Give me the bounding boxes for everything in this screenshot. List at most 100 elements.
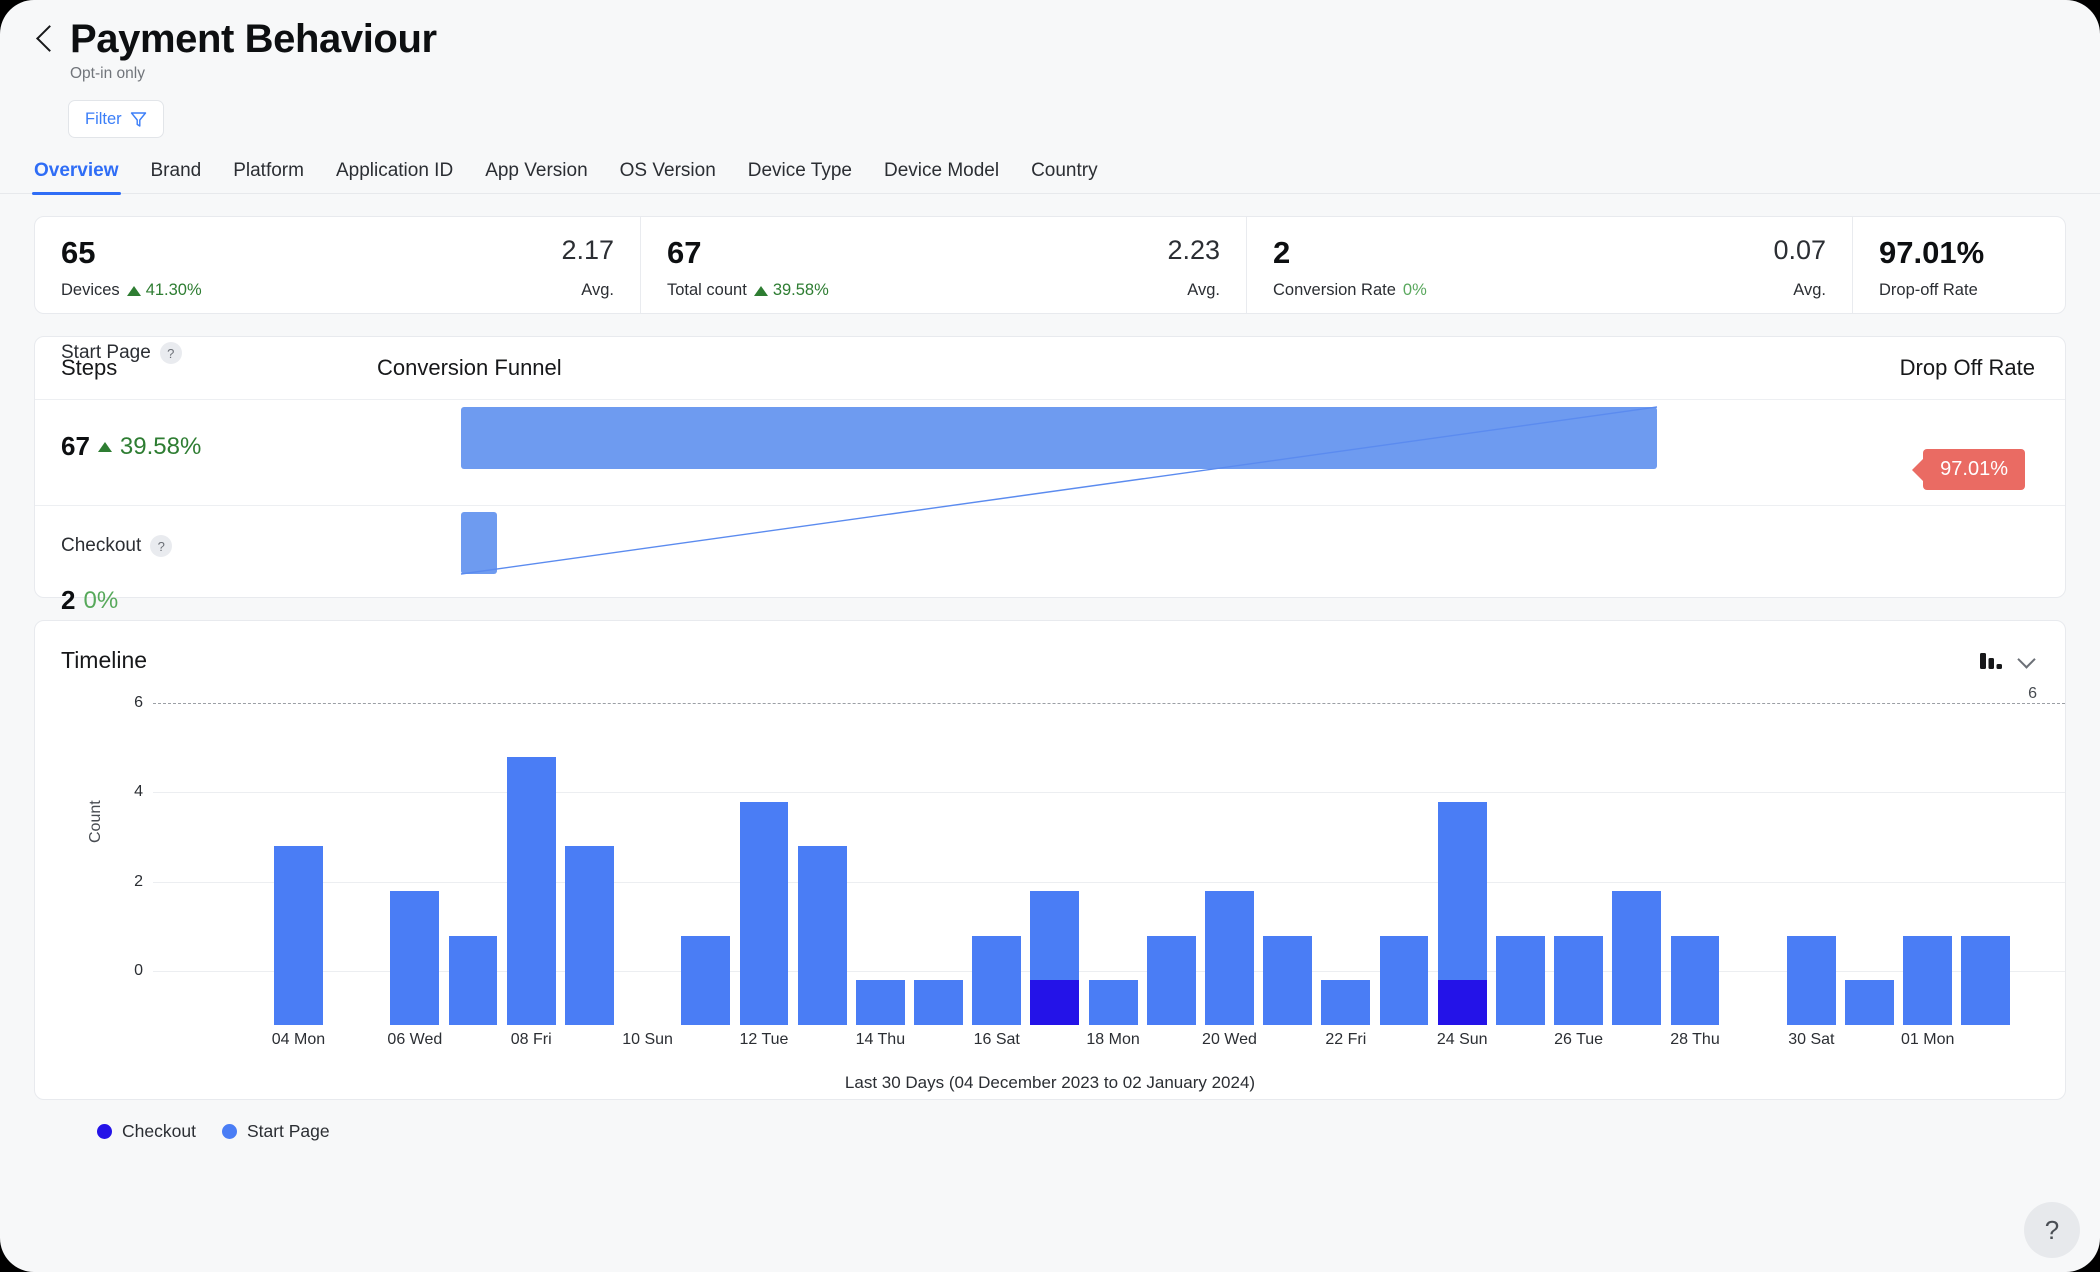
x-tick-label: 20 Wed	[1202, 1031, 1257, 1049]
bar-column[interactable]	[269, 757, 327, 1025]
kpi-label-row-3: Drop-off Rate	[1879, 281, 2039, 300]
x-tick-label: 24 Sun	[1437, 1031, 1488, 1049]
legend-item-checkout[interactable]: Checkout	[97, 1121, 196, 1142]
bar-column[interactable]	[619, 757, 677, 1025]
funnel-step-count-1: 2	[61, 585, 75, 616]
legend-label: Checkout	[122, 1121, 196, 1142]
funnel-dropoff-header: Drop Off Rate	[1900, 355, 2035, 381]
bar-segment-start-page	[1030, 891, 1079, 980]
bar-segment-start-page	[856, 980, 905, 1025]
tab-app-version[interactable]: App Version	[485, 160, 587, 193]
bar-column[interactable]	[1840, 757, 1898, 1025]
bar-stack	[390, 891, 439, 1025]
bar-column[interactable]	[677, 757, 735, 1025]
legend-label: Start Page	[247, 1121, 330, 1142]
filter-button[interactable]: Filter	[68, 100, 164, 138]
bar-column[interactable]	[444, 757, 502, 1025]
funnel-icon	[130, 111, 147, 128]
kpi-average-label-0: Avg.	[561, 281, 614, 300]
bar-column[interactable]	[793, 757, 851, 1025]
tab-country[interactable]: Country	[1031, 160, 1098, 193]
question-mark-icon[interactable]: ?	[150, 535, 172, 557]
bar-column[interactable]	[909, 757, 967, 1025]
bar-segment-start-page	[1263, 936, 1312, 1025]
kpi-delta-value-1: 39.58%	[773, 281, 829, 300]
bar-stack	[1263, 936, 1312, 1025]
date-range-caption: Last 30 Days (04 December 2023 to 02 Jan…	[35, 1073, 2065, 1093]
dropoff-badge-value: 97.01%	[1940, 458, 2008, 481]
bar-chart-icon[interactable]	[1979, 650, 2003, 672]
bar-segment-start-page	[565, 846, 614, 1025]
timeline-panel: Timeline Count 0246 6 04 Mon06 Wed08 Fri…	[34, 620, 2066, 1100]
bar-column[interactable]	[1608, 757, 1666, 1025]
tab-os-version[interactable]: OS Version	[620, 160, 716, 193]
x-axis: 04 Mon06 Wed08 Fri10 Sun12 Tue14 Thu16 S…	[153, 1031, 2015, 1071]
y-tick-2: 2	[103, 873, 143, 891]
bar-column[interactable]	[1375, 757, 1433, 1025]
help-button[interactable]: ?	[2024, 1202, 2080, 1258]
bar-stack	[1787, 936, 1836, 1025]
bar-column[interactable]	[1259, 757, 1317, 1025]
funnel-body: Start Page ? 67 39.58% Checkout ? 2 0%	[35, 399, 2065, 599]
bar-column[interactable]	[211, 757, 269, 1025]
kpi-label-row-2: Conversion Rate0%	[1273, 281, 1826, 300]
funnel-connector-line	[455, 399, 1675, 599]
bar-stack	[274, 846, 323, 1025]
bar-column[interactable]	[1782, 757, 1840, 1025]
bar-column[interactable]	[1084, 757, 1142, 1025]
funnel-step-value-0: 67 39.58%	[61, 431, 201, 462]
bar-segment-start-page	[1845, 980, 1894, 1025]
bar-column[interactable]	[1142, 757, 1200, 1025]
legend-item-start-page[interactable]: Start Page	[222, 1121, 330, 1142]
bar-column[interactable]	[328, 757, 386, 1025]
bar-segment-start-page	[1089, 980, 1138, 1025]
page-subtitle: Opt-in only	[70, 65, 2100, 83]
chevron-down-icon[interactable]	[2019, 653, 2035, 669]
bar-column[interactable]	[1200, 757, 1258, 1025]
tab-platform[interactable]: Platform	[233, 160, 304, 193]
timeline-plot: Count 0246 6	[35, 695, 2065, 1025]
bar-column[interactable]	[1666, 757, 1724, 1025]
bar-column[interactable]	[153, 757, 211, 1025]
bar-column[interactable]	[1957, 757, 2015, 1025]
bar-stack	[681, 936, 730, 1025]
bar-segment-start-page	[449, 936, 498, 1025]
bar-segment-start-page	[274, 846, 323, 1025]
bar-column[interactable]	[1491, 757, 1549, 1025]
bar-column[interactable]	[1899, 757, 1957, 1025]
bar-column[interactable]	[1026, 757, 1084, 1025]
tab-device-type[interactable]: Device Type	[748, 160, 852, 193]
bar-segment-start-page	[1554, 936, 1603, 1025]
funnel-step-label-0: Start Page ?	[61, 342, 182, 364]
funnel-header: Steps Conversion Funnel Drop Off Rate	[35, 337, 2065, 399]
bar-segment-start-page	[1496, 936, 1545, 1025]
bar-column[interactable]	[1317, 757, 1375, 1025]
max-value-annotation: 6	[2028, 685, 2037, 703]
x-tick-label: 14 Thu	[856, 1031, 906, 1049]
kpi-label-row-0: Devices41.30%	[61, 281, 614, 300]
tab-device-model[interactable]: Device Model	[884, 160, 999, 193]
bar-column[interactable]	[735, 757, 793, 1025]
bar-column[interactable]	[502, 757, 560, 1025]
question-mark-icon[interactable]: ?	[160, 342, 182, 364]
kpi-label-1: Total count	[667, 281, 747, 300]
tab-application-id[interactable]: Application ID	[336, 160, 453, 193]
kpi-average-label-2: Avg.	[1773, 281, 1826, 300]
bar-column[interactable]	[386, 757, 444, 1025]
bar-column[interactable]	[1550, 757, 1608, 1025]
timeline-title: Timeline	[61, 647, 147, 674]
tab-brand[interactable]: Brand	[151, 160, 202, 193]
bar-column[interactable]	[851, 757, 909, 1025]
tab-overview[interactable]: Overview	[34, 160, 119, 193]
chevron-left-icon[interactable]	[34, 20, 56, 58]
bar-column[interactable]	[968, 757, 1026, 1025]
x-tick-label: 26 Tue	[1554, 1031, 1603, 1049]
bar-stack	[1321, 980, 1370, 1025]
bar-column[interactable]	[1433, 757, 1491, 1025]
bar-stack	[1612, 891, 1661, 1025]
bar-column[interactable]	[1724, 757, 1782, 1025]
kpi-label-row-1: Total count 39.58%	[667, 281, 1220, 300]
kpi-card-conversion-rate: 2Conversion Rate0%0.07Avg.	[1247, 217, 1853, 313]
kpi-average-0: 2.17Avg.	[561, 237, 614, 300]
bar-column[interactable]	[560, 757, 618, 1025]
